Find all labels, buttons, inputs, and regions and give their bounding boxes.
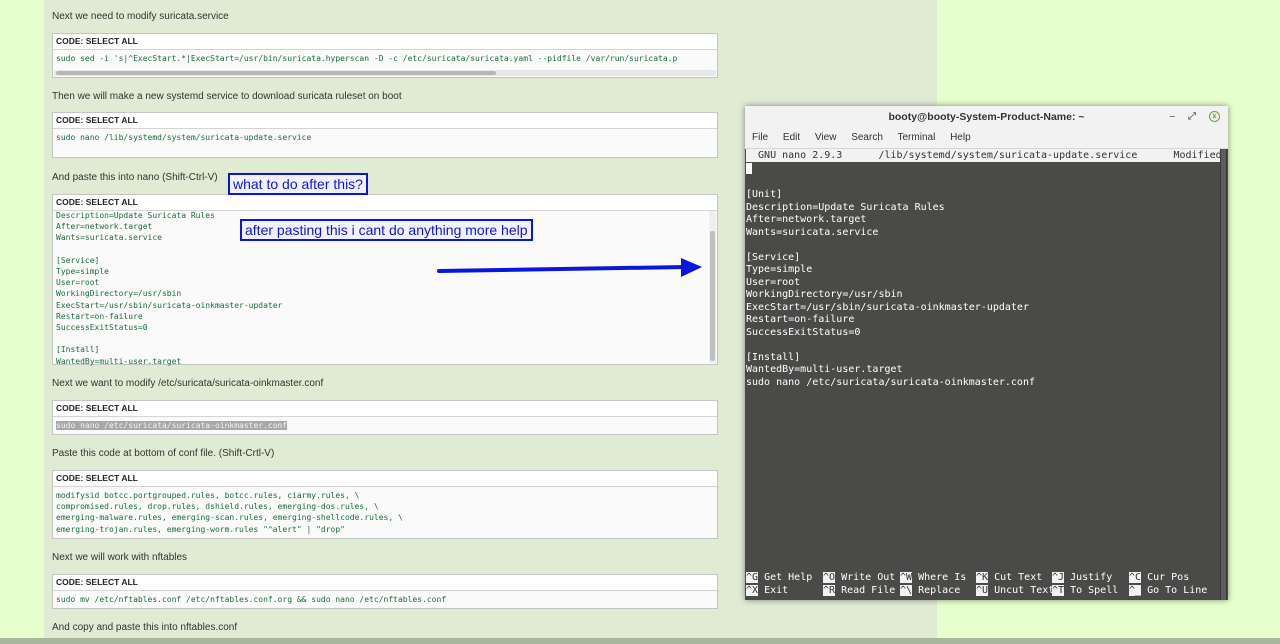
shortcut-label: Uncut Text	[994, 584, 1055, 596]
code-block-oinkmaster[interactable]: CODE: SELECT ALL sudo nano /etc/suricata…	[52, 400, 718, 435]
shortcut-key: ^\	[900, 584, 913, 596]
code-text: sudo sed -i 's|^ExecStart.*|ExecStart=/u…	[56, 54, 678, 63]
tutorial-paragraph: Next we want to modify /etc/suricata/sur…	[52, 378, 324, 389]
shortcut-key: ^W	[900, 572, 913, 583]
terminal-menubar: File Edit View Search Terminal Help	[745, 128, 1228, 149]
shortcut-key: ^_	[1129, 584, 1142, 596]
code-select-all-link[interactable]: CODE: SELECT ALL	[53, 113, 717, 129]
tutorial-paragraph: And copy and paste this into nftables.co…	[52, 622, 238, 633]
code-text-selected: sudo nano /etc/suricata/suricata-oinkmas…	[56, 421, 288, 430]
terminal-title: booty@booty-System-Product-Name: ~	[888, 111, 1085, 123]
shortcut-label: Read File	[841, 584, 896, 596]
shortcut-label: Cur Pos	[1147, 572, 1190, 583]
shortcut-key: ^X	[746, 584, 759, 596]
shortcut-key: ^K	[976, 572, 989, 583]
shortcut-key: ^O	[823, 572, 836, 583]
code-text: sudo nano /lib/systemd/system/suricata-u…	[56, 133, 312, 142]
shortcut-key: ^J	[1052, 572, 1065, 583]
code-block-nano-service[interactable]: CODE: SELECT ALL sudo nano /lib/systemd/…	[52, 112, 718, 158]
nano-shortcut-bar: ^G Get Help ^O Write Out ^W Where Is ^K …	[746, 572, 1220, 598]
code-select-all-link[interactable]: CODE: SELECT ALL	[53, 34, 717, 50]
terminal-scrollbar[interactable]	[1220, 149, 1227, 600]
code-select-all-link[interactable]: CODE: SELECT ALL	[53, 401, 717, 417]
shortcut-label: To Spell	[1070, 584, 1119, 596]
code-text: sudo mv /etc/nftables.conf /etc/nftables…	[56, 595, 447, 604]
code-vscrollbar[interactable]	[709, 211, 716, 363]
tutorial-paragraph: Then we will make a new systemd service …	[52, 91, 402, 102]
nano-editor[interactable]: [Unit] Description=Update Suricata Rules…	[746, 163, 1035, 389]
shortcut-key: ^U	[976, 584, 989, 596]
shortcut-label: Exit	[764, 584, 789, 596]
tutorial-paragraph: And paste this into nano (Shift-Ctrl-V)	[52, 172, 218, 183]
annotation-help: after pasting this i cant do anything mo…	[240, 219, 533, 241]
annotation-question: what to do after this?	[228, 173, 368, 195]
nano-header: GNU nano 2.9.3 /lib/systemd/system/suric…	[746, 149, 1220, 162]
menu-file[interactable]: File	[752, 132, 768, 143]
close-icon[interactable]: ×	[1209, 111, 1220, 122]
menu-terminal[interactable]: Terminal	[898, 132, 936, 143]
shortcut-key: ^T	[1052, 584, 1065, 596]
code-block-modifysid[interactable]: CODE: SELECT ALL modifysid botcc.portgro…	[52, 470, 718, 539]
shortcut-label: Where Is	[918, 572, 967, 583]
code-block-sed[interactable]: CODE: SELECT ALL sudo sed -i 's|^ExecSta…	[52, 33, 718, 78]
annotation-arrow-icon	[437, 258, 702, 277]
shortcut-label: Justify	[1070, 572, 1113, 583]
menu-view[interactable]: View	[815, 132, 837, 143]
menu-edit[interactable]: Edit	[783, 132, 800, 143]
menu-search[interactable]: Search	[851, 132, 883, 143]
terminal-titlebar[interactable]: booty@booty-System-Product-Name: ~ – ⤢ ×	[745, 106, 1228, 128]
terminal-screen[interactable]: GNU nano 2.9.3 /lib/systemd/system/suric…	[746, 149, 1220, 600]
tutorial-paragraph: Next we will work with nftables	[52, 552, 188, 563]
tutorial-paragraph: Next we need to modify suricata.service	[52, 11, 229, 22]
text-cursor	[746, 163, 752, 174]
code-block-nftables[interactable]: CODE: SELECT ALL sudo mv /etc/nftables.c…	[52, 574, 718, 609]
code-text: modifysid botcc.portgrouped.rules, botcc…	[56, 491, 403, 534]
shortcut-key: ^C	[1129, 572, 1142, 583]
code-hscrollbar[interactable]	[54, 70, 716, 76]
shortcut-label: Cut Text	[994, 572, 1043, 583]
nano-buffer: [Unit] Description=Update Suricata Rules…	[746, 189, 1035, 388]
shortcut-label: Replace	[918, 584, 961, 596]
shortcut-key: ^G	[746, 572, 759, 583]
code-select-all-link[interactable]: CODE: SELECT ALL	[53, 471, 717, 487]
minimize-icon[interactable]: –	[1169, 106, 1175, 128]
shortcut-label: Go To Line	[1147, 584, 1208, 596]
terminal-window[interactable]: booty@booty-System-Product-Name: ~ – ⤢ ×…	[745, 106, 1228, 600]
menu-help[interactable]: Help	[950, 132, 971, 143]
tutorial-paragraph: Paste this code at bottom of conf file. …	[52, 448, 275, 459]
shortcut-key: ^R	[823, 584, 836, 596]
shortcut-label: Get Help	[764, 572, 813, 583]
maximize-icon[interactable]: ⤢	[1188, 106, 1196, 128]
page-bottom-bar	[0, 638, 1280, 644]
code-select-all-link[interactable]: CODE: SELECT ALL	[53, 575, 717, 591]
shortcut-label: Write Out	[841, 572, 896, 583]
